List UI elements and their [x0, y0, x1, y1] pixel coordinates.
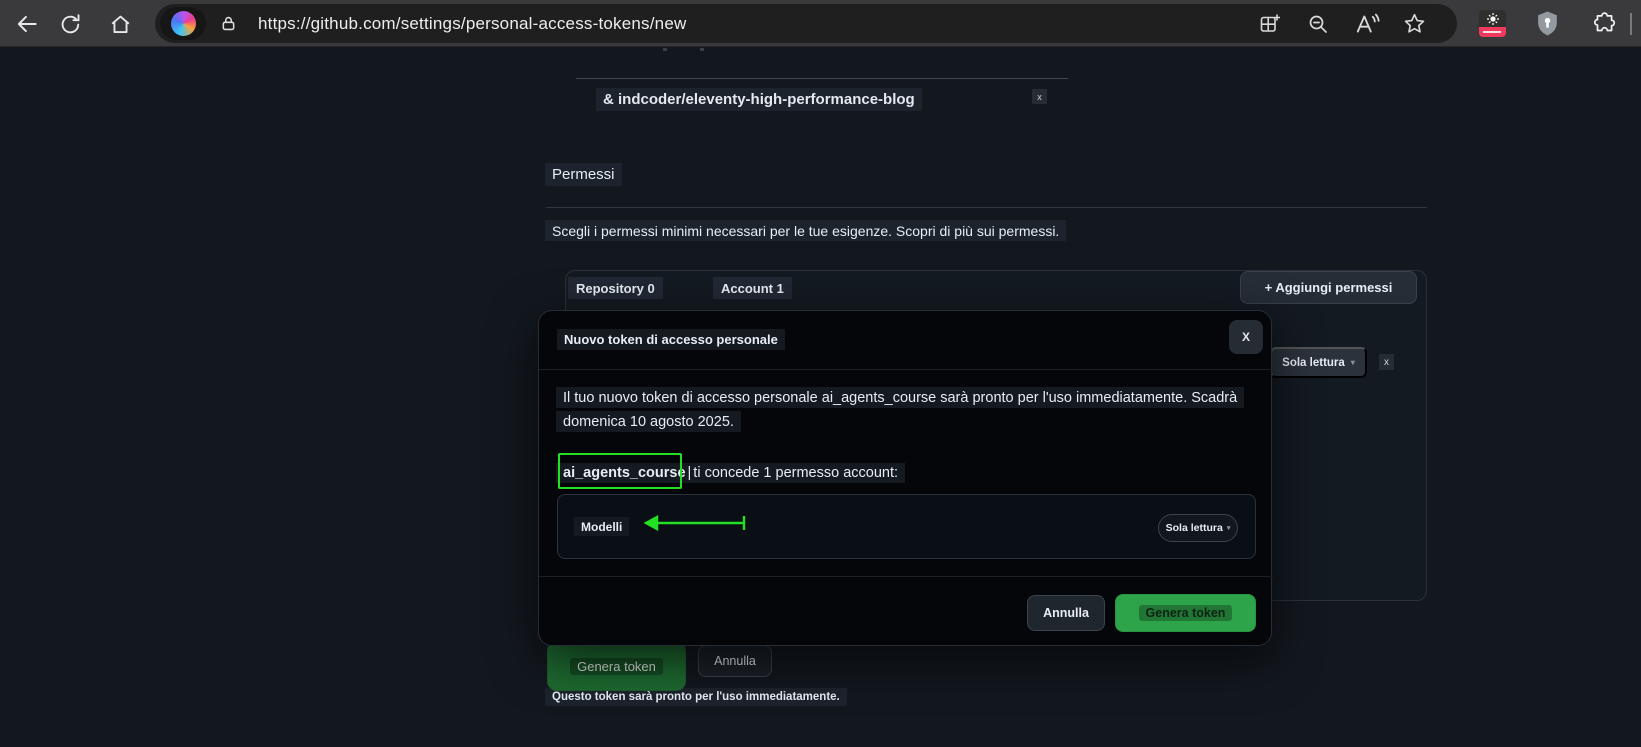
- token-grant-line: ai_agents_course | ti concede 1 permesso…: [556, 463, 906, 483]
- tab-repository[interactable]: Repository 0: [568, 277, 663, 299]
- new-token-confirm-dialog: Nuovo token di accesso personale X Il tu…: [538, 310, 1273, 646]
- favorites-star-icon: [1404, 13, 1424, 33]
- readonly-dropdown-label: Sola lettura: [1282, 356, 1345, 369]
- browser-toolbar: https://github.com/settings/personal-acc…: [0, 0, 1641, 47]
- split-screen-icon: [1260, 14, 1280, 32]
- generate-token-button[interactable]: Genera token: [547, 641, 686, 691]
- home-icon: [111, 15, 129, 33]
- clipped-text-fragment: [663, 48, 667, 51]
- dialog-generate-button[interactable]: Genera token: [1115, 594, 1256, 632]
- home-button[interactable]: [102, 7, 138, 41]
- toolbar-edge-divider: [1630, 13, 1632, 35]
- security-shield-icon[interactable]: [1532, 9, 1562, 38]
- dialog-header-divider: [539, 369, 1273, 370]
- favorites-button[interactable]: [1399, 10, 1429, 37]
- selected-repository-chip: & indcoder/eleventy-high-performance-blo…: [596, 88, 922, 111]
- permission-level-label: Sola lettura: [1165, 522, 1223, 534]
- read-aloud-icon: [1356, 13, 1380, 33]
- token-name: ai_agents_course: [563, 465, 686, 481]
- copilot-icon: [170, 11, 196, 36]
- readonly-dropdown[interactable]: Sola lettura ▾: [1270, 347, 1367, 378]
- chevron-down-icon: ▾: [1226, 525, 1231, 532]
- read-aloud-button[interactable]: [1352, 10, 1382, 37]
- red-extension-band: [1479, 27, 1506, 37]
- text-cursor: |: [687, 465, 692, 481]
- permission-name: Modelli: [574, 517, 630, 536]
- address-bar[interactable]: https://github.com/settings/personal-acc…: [155, 4, 1457, 43]
- site-info-button[interactable]: [213, 10, 243, 37]
- lock-icon: [222, 16, 234, 31]
- split-screen-button[interactable]: [1255, 10, 1285, 37]
- remove-permission-button[interactable]: x: [1379, 354, 1394, 370]
- zoom-out-button[interactable]: [1303, 10, 1333, 37]
- permissions-description: Scegli i permessi minimi necessari per l…: [545, 220, 1067, 241]
- zoom-out-icon: [1309, 15, 1327, 33]
- remove-repository-button[interactable]: x: [1032, 89, 1047, 104]
- clipped-text-fragment: [700, 48, 704, 51]
- cancel-button[interactable]: Annulla: [698, 645, 772, 677]
- back-button[interactable]: [9, 7, 45, 41]
- permissions-divider: [546, 207, 1427, 208]
- tab-account[interactable]: Account 1: [713, 277, 792, 299]
- back-icon: [17, 15, 37, 33]
- add-permissions-button[interactable]: + Aggiungi permessi: [1240, 271, 1417, 304]
- dialog-title: Nuovo token di accesso personale: [557, 329, 785, 350]
- permission-level-pill[interactable]: Sola lettura ▾: [1158, 514, 1238, 542]
- permissions-heading: Permessi: [545, 163, 622, 186]
- chevron-down-icon: ▾: [1350, 358, 1355, 367]
- refresh-button[interactable]: [52, 7, 88, 41]
- dialog-close-button[interactable]: X: [1229, 320, 1263, 354]
- generate-token-label: Genera token: [570, 657, 663, 675]
- copilot-button[interactable]: [160, 7, 206, 40]
- sparkle-glyph: [1487, 13, 1499, 25]
- browser-window: https://github.com/settings/personal-acc…: [0, 0, 1641, 747]
- extensions-puzzle-icon[interactable]: [1589, 9, 1619, 38]
- grant-text: ti concede 1 permesso account:: [693, 465, 899, 481]
- red-extension-icon[interactable]: [1479, 10, 1506, 37]
- dialog-footer-divider: [539, 576, 1273, 577]
- url-text[interactable]: https://github.com/settings/personal-acc…: [258, 4, 686, 43]
- account-permission-row: Modelli Sola lettura ▾: [557, 494, 1256, 559]
- dialog-generate-label: Genera token: [1138, 605, 1233, 621]
- repo-section-divider: [576, 78, 1068, 79]
- dialog-cancel-button[interactable]: Annulla: [1027, 595, 1105, 631]
- dialog-intro-line1: Il tuo nuovo token di accesso personale …: [556, 387, 1245, 408]
- refresh-icon: [61, 13, 79, 33]
- annotation-arrow: [644, 515, 746, 531]
- dialog-intro-line2: domenica 10 agosto 2025.: [556, 411, 741, 432]
